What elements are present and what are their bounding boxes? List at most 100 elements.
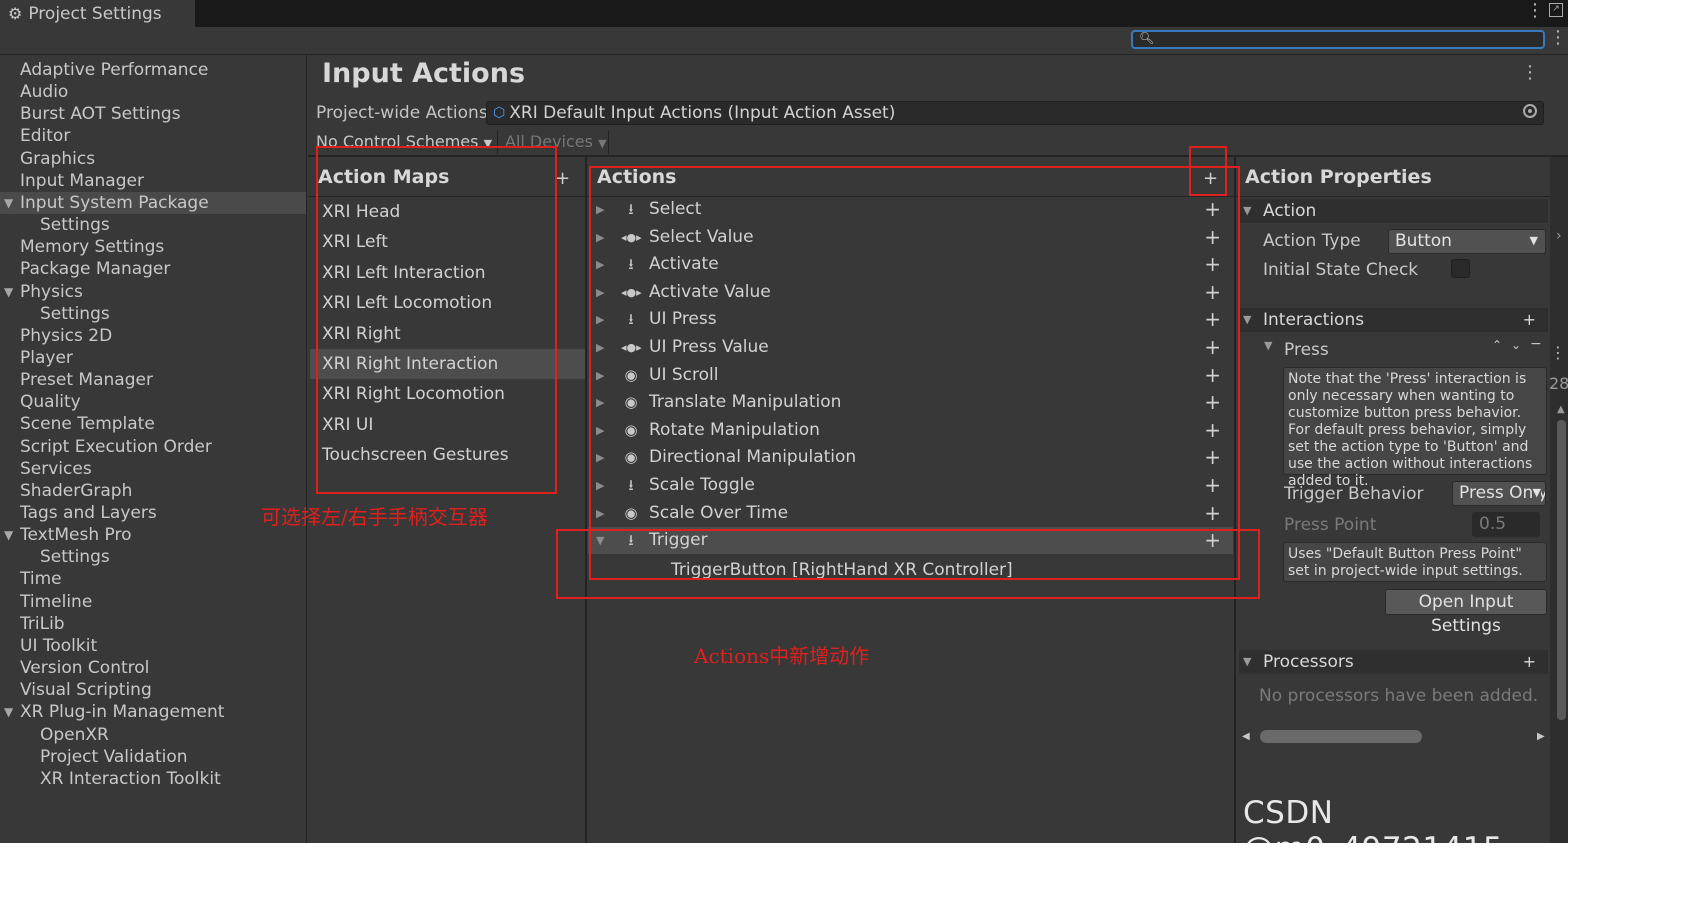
interactions-section-header[interactable]: ▼ Interactions + bbox=[1239, 308, 1548, 332]
sidebar-item[interactable]: Timeline bbox=[0, 591, 306, 613]
trigger-behavior-dropdown[interactable]: Press Only ▼ bbox=[1452, 481, 1546, 506]
sidebar-item[interactable]: Services bbox=[0, 458, 306, 480]
scroll-left-icon[interactable]: ◀ bbox=[1242, 731, 1250, 742]
sidebar-item[interactable]: Editor bbox=[0, 125, 306, 147]
sidebar-item[interactable]: XR Interaction Toolkit bbox=[0, 768, 306, 790]
processors-section-header[interactable]: ▼ Processors + bbox=[1239, 650, 1548, 674]
sidebar-item[interactable]: Audio bbox=[0, 81, 306, 103]
expand-arrow-icon[interactable]: ▼ bbox=[4, 524, 13, 546]
sidebar-item[interactable]: Graphics bbox=[0, 148, 306, 170]
press-info-box: Note that the 'Press' interaction is onl… bbox=[1283, 367, 1547, 489]
sidebar-item[interactable]: Settings bbox=[0, 303, 306, 325]
sidebar-item[interactable]: Visual Scripting bbox=[0, 679, 306, 701]
sidebar-item-label: Scene Template bbox=[20, 414, 155, 435]
annotation-box-trigger bbox=[556, 529, 1260, 599]
annotation-box-action-maps bbox=[316, 146, 557, 494]
initial-state-check-label: Initial State Check bbox=[1263, 260, 1419, 280]
sidebar-item-label: TriLib bbox=[20, 613, 65, 634]
sidebar-item[interactable]: Script Execution Order bbox=[0, 436, 306, 458]
sidebar-item[interactable]: Burst AOT Settings bbox=[0, 103, 306, 125]
move-up-icon[interactable]: ⌃ bbox=[1492, 338, 1502, 352]
sidebar-item[interactable]: Settings bbox=[0, 214, 306, 236]
move-down-icon[interactable]: ⌄ bbox=[1511, 338, 1521, 352]
annotation-box-actions bbox=[589, 166, 1240, 580]
action-section-header[interactable]: ▼ Action bbox=[1239, 199, 1548, 223]
toolbar-menu-icon[interactable]: ⋮ bbox=[1549, 27, 1567, 48]
sidebar-item[interactable]: ▼ Input System Package bbox=[0, 191, 306, 214]
toolbar-divider bbox=[608, 130, 609, 154]
sidebar-item[interactable]: TriLib bbox=[0, 613, 306, 635]
sidebar-item-label: Input Manager bbox=[20, 170, 144, 191]
sidebar-item[interactable]: Project Validation bbox=[0, 746, 306, 768]
sidebar-item-label: Adaptive Performance bbox=[20, 60, 209, 80]
sidebar-item[interactable]: Physics 2D bbox=[0, 325, 306, 347]
project-wide-actions-field[interactable]: ⬡ XRI Default Input Actions (Input Actio… bbox=[486, 101, 1544, 125]
sidebar-item[interactable]: Quality bbox=[0, 391, 306, 413]
page-title: Input Actions bbox=[322, 58, 526, 89]
initial-state-checkbox[interactable] bbox=[1451, 259, 1470, 278]
interactions-section-label: Interactions bbox=[1263, 310, 1365, 330]
sidebar-item-label: Timeline bbox=[20, 591, 93, 612]
sidebar-item[interactable]: Settings bbox=[0, 546, 306, 568]
expand-arrow-icon[interactable]: ▼ bbox=[1264, 339, 1272, 352]
object-picker-icon[interactable] bbox=[1523, 104, 1537, 118]
sidebar-item[interactable]: ▼ Physics bbox=[0, 281, 306, 303]
add-interaction-button[interactable]: + bbox=[1523, 308, 1536, 332]
expand-arrow-icon[interactable]: ▼ bbox=[4, 192, 13, 214]
tab-title: Project Settings bbox=[28, 3, 162, 24]
sidebar-item-label: Input System Package bbox=[20, 192, 209, 213]
open-input-settings-button[interactable]: Open Input Settings bbox=[1385, 589, 1547, 636]
action-type-dropdown[interactable]: Button ▼ bbox=[1388, 229, 1546, 254]
sidebar-item[interactable]: ShaderGraph bbox=[0, 480, 306, 502]
window-titlebar bbox=[0, 0, 1568, 27]
sidebar-item[interactable]: Scene Template bbox=[0, 413, 306, 435]
sidebar-item-label: Editor bbox=[20, 126, 71, 147]
sidebar-item[interactable]: Version Control bbox=[0, 657, 306, 679]
sidebar-item-label: Physics 2D bbox=[20, 325, 113, 346]
watermark: CSDN @m0_49721415 bbox=[1243, 795, 1503, 843]
properties-header-divider bbox=[1236, 196, 1550, 197]
chevron-right-icon[interactable]: › bbox=[1556, 228, 1562, 244]
sidebar-item[interactable]: Package Manager bbox=[0, 258, 306, 280]
sidebar-item[interactable]: Time bbox=[0, 568, 306, 590]
input-action-asset-icon: ⬡ bbox=[493, 105, 506, 121]
sidebar-item[interactable]: ▼ XR Plug-in Management bbox=[0, 701, 306, 723]
annotation-left-note: 可选择左/右手手柄交互器 bbox=[261, 505, 488, 529]
sidebar-item[interactable]: Preset Manager bbox=[0, 369, 306, 391]
horizontal-scrollbar-thumb[interactable] bbox=[1260, 730, 1422, 743]
window-menu-icon[interactable]: ⋮ bbox=[1526, 0, 1544, 21]
tab-project-settings[interactable]: ⚙ Project Settings bbox=[0, 0, 195, 27]
expand-arrow-icon[interactable]: ▼ bbox=[4, 701, 13, 723]
sidebar-item-label: Quality bbox=[20, 392, 81, 413]
add-processor-button[interactable]: + bbox=[1523, 650, 1536, 674]
add-action-map-button[interactable]: + bbox=[555, 168, 570, 189]
sidebar-item[interactable]: Adaptive Performance bbox=[0, 59, 306, 81]
scroll-up-icon[interactable]: ▲ bbox=[1557, 404, 1565, 415]
sidebar-item[interactable]: Player bbox=[0, 347, 306, 369]
sidebar-item[interactable]: OpenXR bbox=[0, 724, 306, 746]
press-point-field[interactable]: 0.5 bbox=[1472, 512, 1540, 537]
sidebar-item-label: Script Execution Order bbox=[20, 436, 212, 457]
project-settings-window: ⚙ Project Settings ⋮ ↗ 🔍︎ ⋮ Adaptive Per… bbox=[0, 0, 1568, 843]
search-icon: 🔍︎ bbox=[1139, 31, 1155, 45]
sidebar-item-label: Memory Settings bbox=[20, 237, 165, 258]
sidebar-item[interactable]: Memory Settings bbox=[0, 236, 306, 258]
press-point-label: Press Point bbox=[1284, 515, 1377, 535]
scroll-right-icon[interactable]: ▶ bbox=[1537, 731, 1545, 742]
expand-arrow-icon[interactable]: ▼ bbox=[4, 281, 13, 303]
press-interaction-label: Press bbox=[1284, 340, 1329, 360]
maximize-icon[interactable]: ↗ bbox=[1549, 3, 1563, 17]
panel-menu-icon[interactable]: ⋮ bbox=[1550, 343, 1566, 362]
vertical-scrollbar-thumb[interactable] bbox=[1557, 420, 1566, 720]
sidebar-item[interactable]: Input Manager bbox=[0, 170, 306, 192]
sidebar-item[interactable]: UI Toolkit bbox=[0, 635, 306, 657]
chevron-down-icon: ▼ bbox=[1529, 234, 1538, 247]
page-menu-icon[interactable]: ⋮ bbox=[1521, 62, 1539, 83]
maps-actions-divider bbox=[585, 157, 587, 843]
expand-arrow-icon: ▼ bbox=[1243, 655, 1252, 668]
remove-interaction-icon[interactable]: − bbox=[1530, 336, 1542, 352]
search-input[interactable]: 🔍︎ bbox=[1131, 30, 1545, 49]
sidebar-item-label: Settings bbox=[40, 303, 110, 324]
chevron-down-icon: ▼ bbox=[1532, 482, 1541, 504]
annotation-right-note: Actions中新增动作 bbox=[694, 644, 870, 668]
